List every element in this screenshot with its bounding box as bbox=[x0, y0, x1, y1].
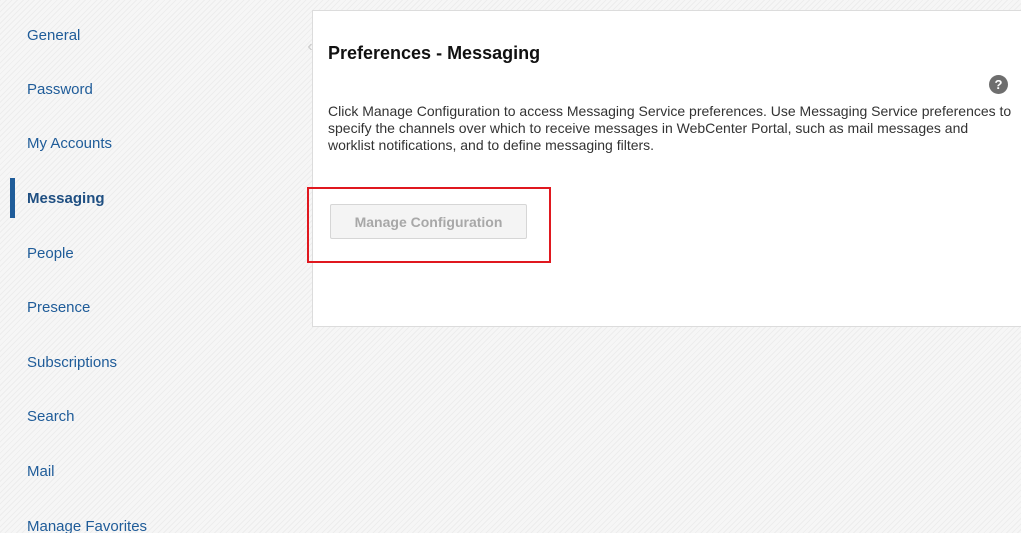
sidebar-item-messaging[interactable]: Messaging bbox=[10, 183, 290, 213]
sidebar-item-search[interactable]: Search bbox=[10, 401, 290, 431]
sidebar-item-general[interactable]: General bbox=[10, 20, 290, 50]
page-title: Preferences - Messaging bbox=[328, 43, 541, 63]
sidebar-item-manage-favorites[interactable]: Manage Favorites bbox=[10, 511, 290, 533]
preferences-sidebar: General Password My Accounts Messaging P… bbox=[0, 0, 300, 533]
sidebar-item-subscriptions[interactable]: Subscriptions bbox=[10, 347, 290, 377]
help-icon[interactable]: ? bbox=[989, 75, 1008, 94]
sidebar-item-people[interactable]: People bbox=[10, 238, 290, 268]
sidebar-item-mail[interactable]: Mail bbox=[10, 456, 290, 486]
sidebar-item-my-accounts[interactable]: My Accounts bbox=[10, 128, 290, 158]
sidebar-item-password[interactable]: Password bbox=[10, 74, 290, 104]
panel-description: Click Manage Configuration to access Mes… bbox=[328, 103, 1012, 153]
preferences-panel: Preferences - Messaging ? Click Manage C… bbox=[312, 10, 1021, 327]
highlight-annotation bbox=[307, 187, 551, 263]
sidebar-item-presence[interactable]: Presence bbox=[10, 292, 290, 322]
